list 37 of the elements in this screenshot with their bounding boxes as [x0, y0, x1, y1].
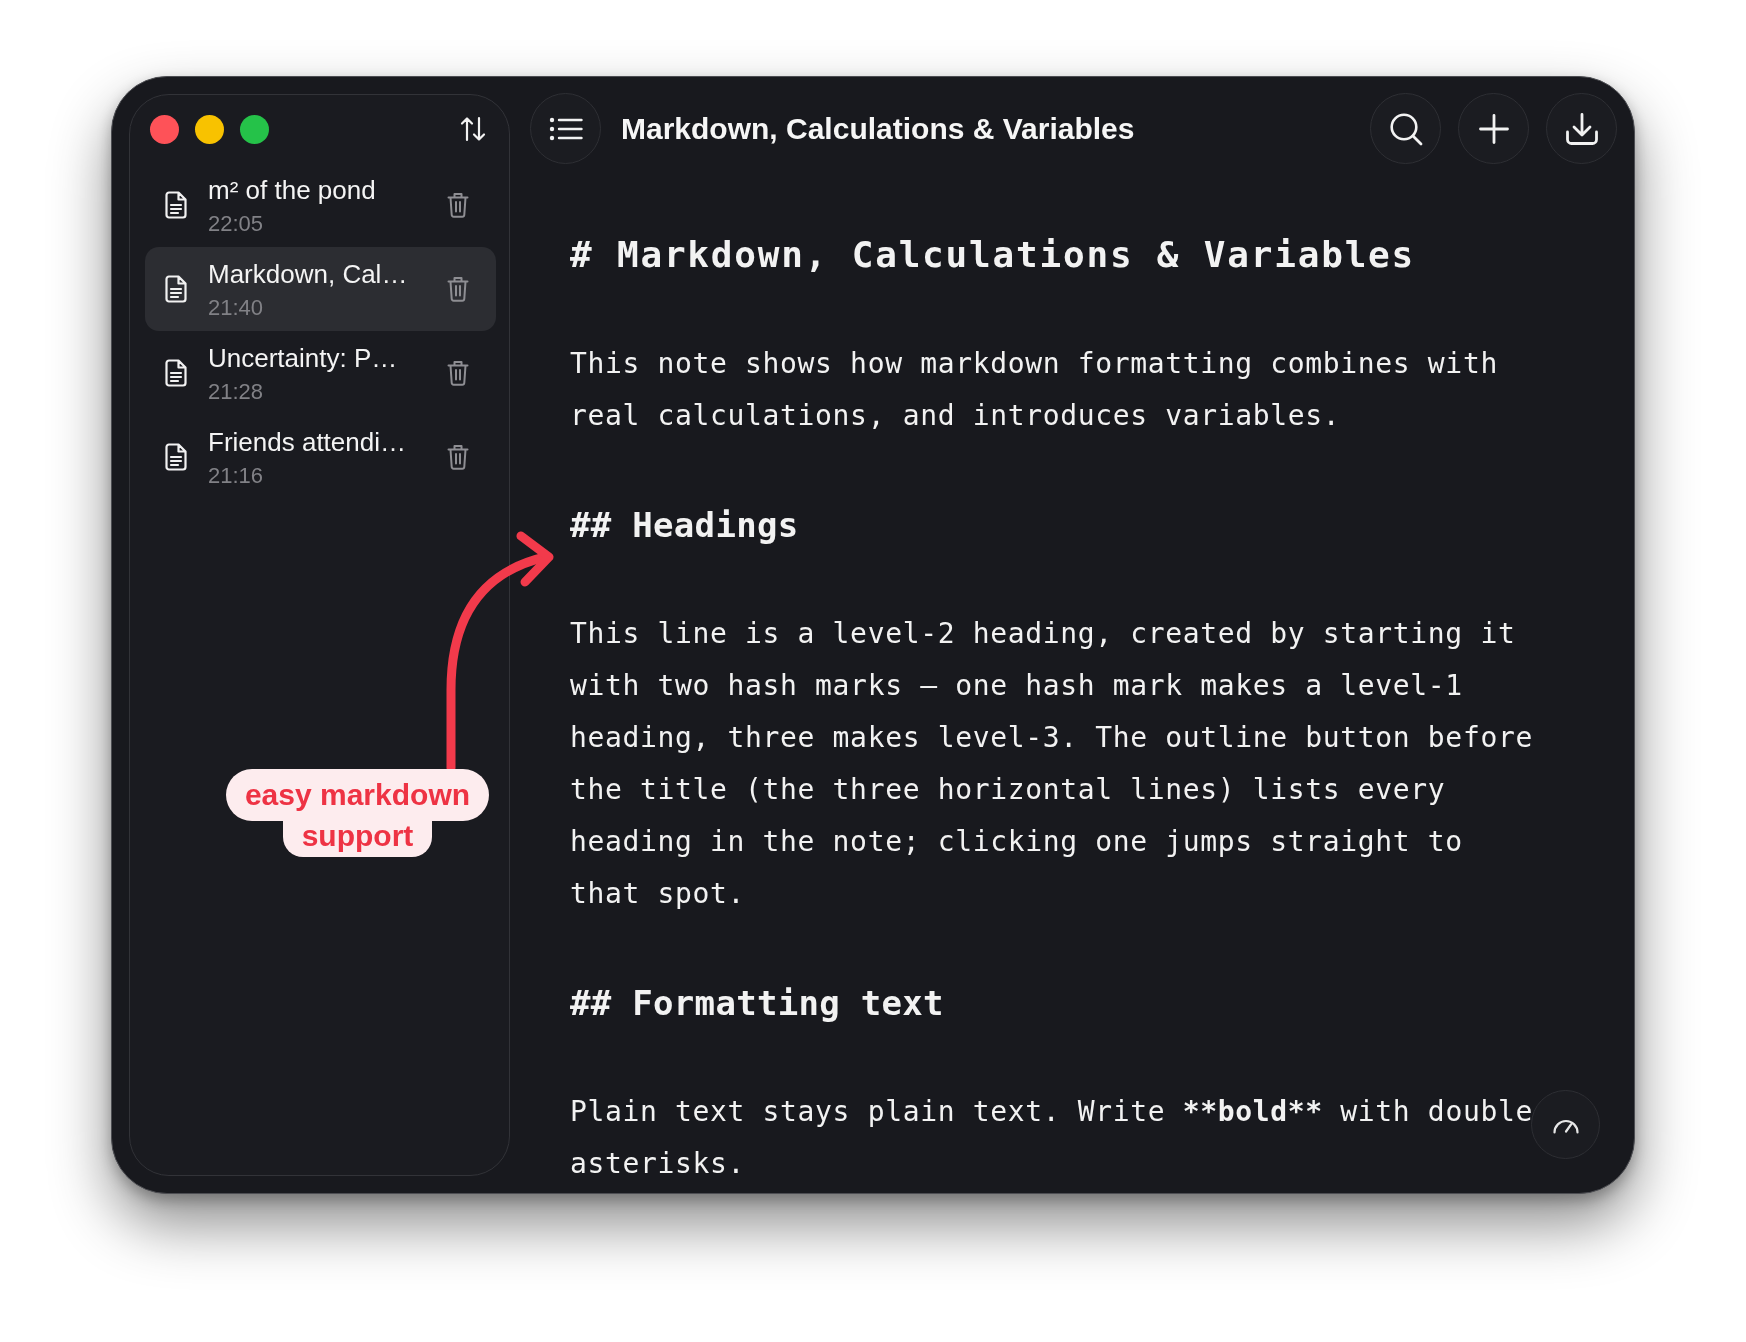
plus-icon [1478, 113, 1509, 144]
note-list-item[interactable]: Markdown, Cal… 21:40 [145, 247, 496, 331]
paragraph: This line is a level-2 heading, created by starting it with two hash marks — one hash mark makes a level-1 heading, three makes level-3. The outline button before the title (the three horizontal lines) lists every heading in the note; clicking one jumps straight to that spot. [570, 616, 1534, 912]
note-title: m² of the pond [208, 175, 377, 205]
trash-icon[interactable] [447, 276, 469, 302]
trash-icon[interactable] [447, 192, 469, 218]
note-title: Uncertainty: P… [208, 343, 399, 373]
minimize-window-button[interactable] [195, 114, 224, 144]
note-time: 21:16 [208, 462, 265, 490]
document-icon [165, 191, 187, 219]
download-icon [1564, 111, 1599, 146]
list-icon [548, 116, 583, 141]
heading-2-line: ## Headings [570, 504, 799, 547]
note-time: 21:28 [208, 378, 265, 406]
note-time: 21:40 [208, 294, 265, 322]
annotation-label: support [282, 821, 433, 857]
note-title-heading: Markdown, Calculations & Variables [621, 111, 1135, 146]
note-list-item[interactable]: Friends attendi… 21:16 [145, 415, 496, 499]
search-icon [1388, 111, 1423, 146]
note-title: Markdown, Cal… [208, 259, 409, 289]
note-list-item[interactable]: m² of the pond 22:05 [145, 163, 496, 247]
trash-icon[interactable] [447, 360, 469, 386]
document-icon [165, 275, 187, 303]
note-time: 22:05 [208, 210, 265, 238]
heading-1-line: # Markdown, Calculations & Variables [570, 233, 1416, 277]
maximize-window-button[interactable] [240, 114, 269, 144]
close-window-button[interactable] [150, 114, 179, 144]
document-icon [165, 359, 187, 387]
note-title: Friends attendi… [208, 427, 407, 457]
heading-2-line: ## Formatting text [570, 982, 944, 1025]
paragraph: Plain text stays plain text. Write **bold** with double asterisks. [570, 1094, 1534, 1182]
annotation-label: easy markdown [225, 769, 490, 821]
note-list-item[interactable]: Uncertainty: P… 21:28 [145, 331, 496, 415]
paragraph: This note shows how markdown formatting combines with real calculations, and introduces variables. [570, 346, 1499, 434]
sort-icon[interactable] [460, 116, 486, 142]
trash-icon[interactable] [447, 444, 469, 470]
document-icon [165, 443, 187, 471]
